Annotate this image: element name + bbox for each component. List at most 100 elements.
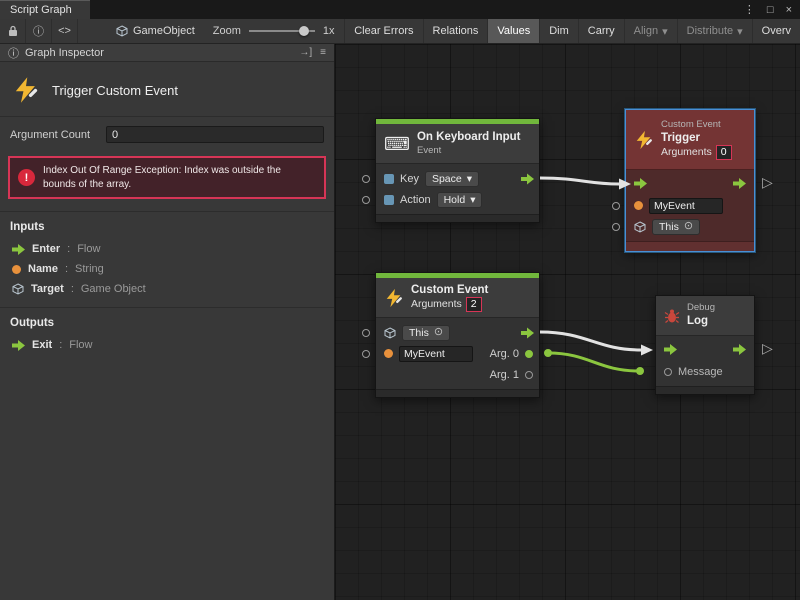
target-dropdown[interactable]: This ⊙ [402,325,450,341]
object-picker-icon[interactable]: ⊙ [684,221,693,232]
node-title: Trigger [661,131,732,145]
toolbar-spacer [78,19,106,43]
message-input-port[interactable] [664,368,672,376]
close-icon[interactable]: × [786,4,792,16]
graph-inspector-panel: ⓘ Graph Inspector →] ≡ Trigger Custom Ev… [0,44,335,600]
arg1-label: Arg. 1 [490,369,519,381]
values-button[interactable]: Values [487,19,539,43]
string-port-icon [634,201,643,210]
inspector-title-row: Trigger Custom Event [0,62,334,116]
input-pin-enter: Enter : Flow [0,239,334,259]
argument-count-input[interactable] [106,126,324,143]
bolt-icon [634,130,654,150]
node-title: On Keyboard Input [417,130,521,144]
flow-input-port[interactable] [634,178,647,192]
target-input-port[interactable] [612,223,620,231]
pin-type: Flow [69,339,92,351]
node-arguments: Arguments 0 [661,145,732,160]
node-debug-log[interactable]: Debug Log Message [655,295,755,395]
action-row: Action Hold ▾ [376,189,539,210]
pin-separator: : [65,263,68,275]
arg1-output-port[interactable] [525,371,533,379]
arg0-label: Arg. 0 [490,348,519,360]
event-name-field[interactable] [399,346,473,362]
name-input-port[interactable] [362,350,370,358]
pin-name: Name [28,263,58,275]
toolbar-buttons: Clear Errors Relations Values Dim Carry … [344,19,800,43]
zoom-slider[interactable] [249,30,315,32]
error-message-text: Index Out Of Range Exception: Index was … [43,164,316,191]
overview-button[interactable]: Overv [752,19,800,43]
lock-icon [8,25,18,37]
message-row: Message [656,361,754,382]
flow-row [656,340,754,361]
flow-output-port[interactable] [733,344,746,358]
clear-errors-button[interactable]: Clear Errors [344,19,422,43]
kebab-menu-icon[interactable]: ⋮ [744,3,755,16]
string-port-icon [12,265,21,274]
node-supertitle: Custom Event [661,119,732,131]
arguments-error-badge: 0 [716,145,732,160]
flow-input-port[interactable] [664,344,677,358]
flow-arrow-icon [521,173,534,184]
node-trigger-custom-event[interactable]: Custom Event Trigger Arguments 0 [625,109,755,252]
name-input-port[interactable] [612,202,620,210]
info-icon: ⓘ [8,45,19,61]
tab-script-graph[interactable]: Script Graph [0,0,90,19]
pin-name: Target [31,283,64,295]
flow-output-port[interactable] [521,327,534,338]
dock-icon[interactable]: →] [299,47,312,58]
distribute-button[interactable]: Distribute ▾ [677,19,752,43]
button-label: Align [634,25,658,37]
node-on-keyboard-input[interactable]: ⌨ On Keyboard Input Event Key Space ▾ [375,118,540,223]
flow-arrow-icon [733,344,746,355]
button-label: Clear Errors [354,25,413,37]
align-button[interactable]: Align ▾ [624,19,677,43]
relations-button[interactable]: Relations [423,19,488,43]
node-header: Debug Log [656,296,754,336]
gameobject-selector[interactable]: GameObject [106,19,205,43]
button-label: Values [497,25,530,37]
flow-output-port[interactable] [521,173,534,184]
pin-separator: : [71,283,74,295]
action-input-port[interactable] [362,196,370,204]
target-dropdown[interactable]: This ⊙ [652,219,700,235]
zoom-control: Zoom 1x [205,19,343,43]
arg0-output: Arg. 0 [490,348,533,360]
key-input-port[interactable] [362,175,370,183]
info-icon: ⓘ [33,23,44,39]
preview-arrow-icon[interactable]: ▷ [762,175,773,189]
key-dropdown[interactable]: Space ▾ [425,171,479,187]
action-label: Action [400,194,431,206]
node-header: Custom Event Arguments 2 [376,278,539,318]
action-type-icon [384,195,394,205]
node-custom-event[interactable]: Custom Event Arguments 2 This ⊙ [375,272,540,398]
panel-menu-icon[interactable]: ≡ [320,47,326,58]
node-header: Custom Event Trigger Arguments 0 [626,110,754,170]
arg1-row: Arg. 1 [376,364,539,385]
output-pin-exit: Exit : Flow [0,335,334,355]
graph-canvas[interactable]: ⌨ On Keyboard Input Event Key Space ▾ [335,44,800,600]
target-value: This [409,327,429,339]
code-button[interactable]: <> [52,19,78,43]
preview-arrow-icon[interactable]: ▷ [762,341,773,355]
zoom-value: 1x [323,25,335,37]
event-name-field[interactable] [649,198,723,214]
node-title: Log [687,314,715,328]
arg0-output-port[interactable] [525,350,533,358]
maximize-icon[interactable]: □ [767,4,774,16]
zoom-slider-knob[interactable] [299,26,309,36]
carry-button[interactable]: Carry [578,19,624,43]
chevron-down-icon: ▾ [467,173,472,185]
info-button[interactable]: ⓘ [26,19,52,43]
target-input-port[interactable] [362,329,370,337]
action-dropdown[interactable]: Hold ▾ [437,192,483,208]
object-picker-icon[interactable]: ⊙ [434,327,443,338]
error-message-box: ! Index Out Of Range Exception: Index wa… [8,156,326,199]
flow-output-port[interactable] [733,178,746,192]
lock-button[interactable] [0,19,26,43]
button-label: Dim [549,25,569,37]
pin-type: Game Object [81,283,146,295]
dim-button[interactable]: Dim [539,19,578,43]
flow-arrow-icon [634,178,647,189]
